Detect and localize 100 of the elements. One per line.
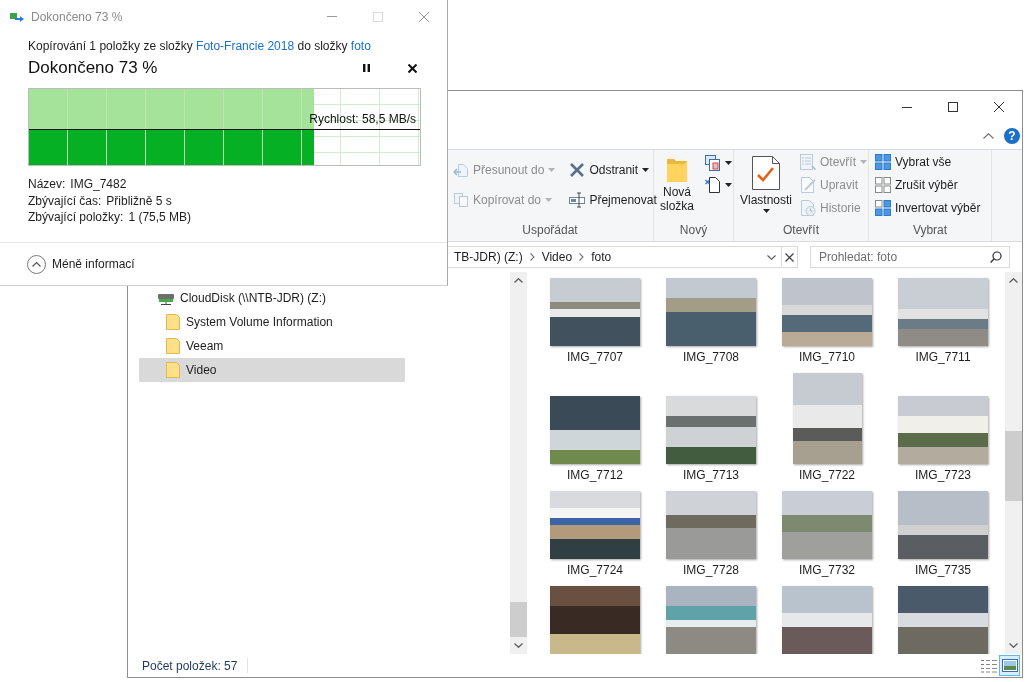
- speed-reading: Rychlost: 58,5 MB/s: [309, 112, 416, 127]
- folder-icon: [166, 314, 180, 330]
- mixed-grid-icon: [875, 200, 891, 216]
- copy-description: Kopírování 1 položky ze složky Foto-Francie 2018 do složky foto: [28, 38, 372, 54]
- file-name[interactable]: IMG_7712: [566, 467, 623, 491]
- file-name[interactable]: IMG_7728: [682, 562, 739, 586]
- ribbon-icon-button[interactable]: [702, 152, 735, 173]
- folder-icon: [667, 156, 687, 182]
- ribbon-icon-button[interactable]: [702, 174, 735, 195]
- maximize-icon: [948, 102, 958, 112]
- photo-placeholder[interactable]: [550, 586, 640, 654]
- pages-icon: [453, 192, 469, 209]
- file-name[interactable]: IMG_7724: [566, 562, 623, 586]
- maximize-icon: [373, 11, 383, 22]
- photo-placeholder[interactable]: [550, 396, 640, 464]
- tree-item[interactable]: CloudDisk (\\NTB-JDR) (Z:): [139, 286, 405, 310]
- stacked-windows-icon: [705, 154, 721, 171]
- search-icon[interactable]: [990, 251, 1002, 263]
- scroll-thumb[interactable]: [510, 602, 527, 637]
- cross-icon: [569, 161, 586, 178]
- pencil-document-icon: [800, 177, 817, 193]
- file-name[interactable]: IMG_7735: [914, 562, 971, 586]
- photo-placeholder[interactable]: [666, 396, 756, 464]
- photo-placeholder[interactable]: [550, 491, 640, 559]
- chevron-down-icon[interactable]: [514, 643, 523, 648]
- chevron-up-circle-icon: [27, 254, 46, 274]
- list-document-icon: [800, 154, 817, 170]
- detail-value: Přibližně 5 s: [106, 192, 172, 209]
- file-name[interactable]: IMG_7732: [798, 562, 855, 586]
- file-name[interactable]: IMG_7710: [798, 349, 855, 373]
- scrollbar[interactable]: [1005, 272, 1022, 654]
- photo-placeholder[interactable]: [550, 278, 640, 346]
- close-icon: [994, 102, 1004, 112]
- scroll-thumb[interactable]: [1005, 431, 1022, 501]
- ribbon-button[interactable]: Invertovat výběr: [871, 197, 985, 219]
- ribbon-button[interactable]: Vlastnosti: [736, 150, 797, 213]
- photo-placeholder[interactable]: [898, 586, 988, 654]
- document-icon: [705, 176, 721, 193]
- detail-value: IMG_7482: [70, 176, 127, 193]
- photo-placeholder[interactable]: [898, 396, 988, 464]
- folder-icon: [166, 338, 180, 354]
- chevron-right-icon[interactable]: [529, 253, 535, 261]
- picture-icon: [1001, 659, 1018, 672]
- file-name[interactable]: IMG_7723: [914, 467, 971, 491]
- folder-arrow-icon: [453, 161, 469, 178]
- help-button[interactable]: ?: [1004, 128, 1020, 144]
- file-name[interactable]: IMG_7707: [566, 349, 623, 373]
- chevron-right-icon[interactable]: [579, 253, 585, 261]
- detail-label: Zbývající čas:: [28, 192, 102, 209]
- less-info-button[interactable]: Méně informací: [27, 254, 135, 274]
- item-count: Počet položek: 57: [142, 658, 238, 673]
- cross-icon: [785, 252, 794, 262]
- ribbon-group-label: Uspořádat: [521, 222, 579, 239]
- ribbon-button[interactable]: Zrušit výběr: [871, 174, 985, 196]
- checked-document-icon: [752, 156, 780, 190]
- ribbon-button[interactable]: Vybrat vše: [871, 151, 985, 173]
- folder-icon: [166, 362, 180, 378]
- file-name[interactable]: IMG_7711: [915, 349, 971, 373]
- detail-label: Název:: [28, 176, 66, 193]
- chevron-up-icon[interactable]: [514, 278, 523, 283]
- breadcrumb[interactable]: TB-JDR) (Z:): [450, 247, 527, 267]
- chevron-down-icon[interactable]: [767, 254, 776, 260]
- tree-item[interactable]: Veeam: [139, 334, 405, 358]
- file-name[interactable]: IMG_7713: [682, 467, 739, 491]
- stop-button[interactable]: [781, 247, 797, 267]
- tree-item[interactable]: System Volume Information: [139, 310, 405, 334]
- minimize-icon: [902, 106, 912, 108]
- file-name[interactable]: IMG_7722: [798, 467, 855, 491]
- large-icons-view-button[interactable]: [999, 655, 1020, 676]
- file-name[interactable]: IMG_7708: [682, 349, 739, 373]
- text-cursor-icon: [569, 192, 586, 209]
- source-folder-link[interactable]: Foto-Francie 2018: [196, 39, 295, 53]
- copy-arrow-icon: [10, 10, 24, 23]
- ribbon-group-label: Nový: [678, 222, 709, 239]
- detail-value: 1 (75,5 MB): [128, 209, 192, 226]
- detail-label: Zbývající položky:: [28, 209, 124, 226]
- network-drive-icon: [158, 291, 174, 305]
- photo-placeholder[interactable]: [792, 373, 862, 464]
- chevron-up-icon: [982, 133, 994, 139]
- breadcrumb[interactable]: Video: [537, 247, 577, 267]
- ribbon-group-label: Otevřít: [782, 222, 820, 239]
- chevron-up-icon[interactable]: [1009, 278, 1018, 283]
- photo-placeholder[interactable]: [782, 586, 872, 654]
- progress-heading: Dokončeno 73 %: [28, 58, 159, 78]
- minimize-icon: [327, 16, 337, 17]
- ribbon-group-label: Vybrat: [911, 222, 949, 239]
- scrollbar[interactable]: [510, 272, 527, 654]
- empty-grid-icon: [875, 177, 891, 193]
- tree-item[interactable]: Video: [139, 358, 405, 382]
- close-icon: [419, 11, 429, 22]
- list-lines-icon: [980, 658, 997, 673]
- clock-document-icon: [800, 200, 817, 216]
- chevron-down-icon[interactable]: [1009, 643, 1018, 648]
- address-bar[interactable]: TB-JDR) (Z:) Video foto: [446, 246, 798, 268]
- close-icon: [407, 63, 417, 73]
- photo-placeholder[interactable]: [898, 491, 988, 559]
- target-folder-link[interactable]: foto: [350, 39, 371, 53]
- breadcrumb[interactable]: foto: [587, 247, 616, 267]
- search-field[interactable]: Prohledat: foto: [810, 246, 1010, 268]
- pause-icon: [362, 64, 370, 72]
